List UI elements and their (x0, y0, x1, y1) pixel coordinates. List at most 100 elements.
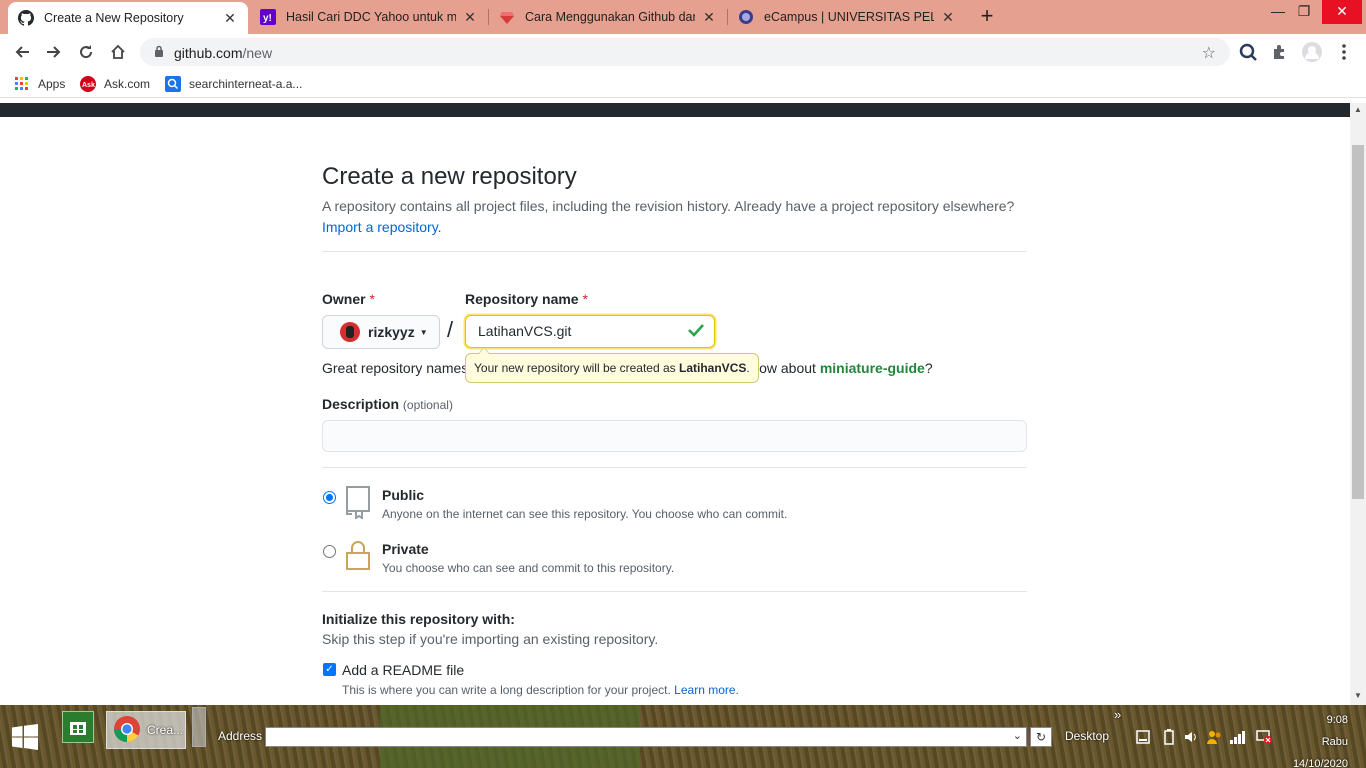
suggested-name[interactable]: miniature-guide (820, 360, 925, 376)
tab-title: eCampus | UNIVERSITAS PELITA B (764, 10, 934, 24)
signal-icon[interactable] (1230, 730, 1246, 747)
taskbar-chrome-button[interactable]: Crea... (106, 711, 186, 749)
scroll-down-icon[interactable]: ▼ (1354, 691, 1362, 700)
owner-name: rizkyyz (368, 324, 415, 340)
private-title: Private (382, 541, 429, 557)
repository-name-hint: Great repository names (322, 360, 469, 376)
divider (322, 251, 1027, 252)
tab-github-guide[interactable]: Cara Menggunakan Github dan M ✕ (489, 0, 727, 34)
forward-icon[interactable] (42, 40, 66, 64)
public-radio[interactable] (323, 491, 336, 504)
bookmark-star-icon[interactable]: ☆ (1202, 43, 1216, 63)
tab-title: Cara Menggunakan Github dan M (525, 10, 695, 24)
readme-label: Add a README file (342, 662, 465, 678)
public-description: Anyone on the internet can see this repo… (382, 507, 788, 521)
store-icon[interactable] (62, 711, 94, 743)
import-repository-link[interactable]: Import a repository. (322, 219, 442, 235)
system-clock[interactable]: 9:08 Rabu 14/10/2020 (1290, 709, 1348, 768)
readme-description: This is where you can write a long descr… (342, 683, 739, 697)
search-icon (165, 76, 181, 92)
address-toolbar-label: Address (218, 729, 263, 743)
initialize-subtitle: Skip this step if you're importing an ex… (322, 631, 659, 647)
repo-icon (344, 485, 372, 522)
chevron-down-icon[interactable]: ⌄ (1013, 729, 1022, 742)
taskbar-scroll-buttons[interactable] (192, 707, 206, 747)
page-title: Create a new repository (322, 163, 577, 190)
bookmark-searchinterneat[interactable]: searchinterneat-a.a... (165, 76, 302, 92)
back-icon[interactable] (10, 40, 34, 64)
profile-avatar-icon[interactable] (1302, 42, 1322, 62)
learn-more-link[interactable]: Learn more. (674, 683, 739, 697)
new-tab-button[interactable]: + (976, 5, 998, 27)
address-bar[interactable]: github.com/new ☆ (140, 38, 1230, 66)
page-subtitle: A repository contains all project files,… (322, 198, 1015, 235)
repository-name-tooltip: Your new repository will be created as L… (465, 347, 759, 383)
browser-tab-strip: Create a New Repository ✕ y! Hasil Cari … (0, 0, 1366, 34)
scrollbar-thumb[interactable] (1352, 145, 1364, 499)
tab-close-icon[interactable]: ✕ (222, 10, 238, 27)
people-icon[interactable] (1206, 729, 1222, 748)
show-desktop-icon[interactable] (1136, 730, 1150, 747)
svg-text:y!: y! (263, 13, 272, 24)
chrome-icon (113, 715, 141, 746)
desktop-toolbar-label[interactable]: Desktop (1065, 729, 1109, 743)
caret-down-icon: ▼ (419, 327, 428, 337)
campus-icon (738, 9, 754, 25)
initialize-title: Initialize this repository with: (322, 611, 515, 627)
owner-dropdown[interactable]: rizkyyz ▼ (322, 315, 440, 349)
private-description: You choose who can see and commit to thi… (382, 561, 675, 575)
github-icon (18, 10, 34, 26)
tray-overflow-icon[interactable]: » (1114, 707, 1121, 722)
clock-time: 9:08 (1326, 714, 1348, 726)
window-close-icon[interactable]: ✕ (1322, 0, 1362, 24)
tab-create-repository[interactable]: Create a New Repository ✕ (8, 2, 248, 34)
tab-yahoo[interactable]: y! Hasil Cari DDC Yahoo untuk men ✕ (250, 0, 488, 34)
divider (322, 591, 1027, 592)
bookmarks-bar: Apps Ask Ask.com searchinterneat-a.a... (0, 70, 1366, 98)
tab-close-icon[interactable]: ✕ (701, 9, 717, 26)
repository-name-label: Repository name * (465, 291, 588, 307)
kebab-menu-icon[interactable] (1334, 42, 1354, 62)
bookmark-label: searchinterneat-a.a... (189, 77, 303, 91)
yahoo-icon: y! (260, 9, 276, 25)
extensions-puzzle-icon[interactable] (1270, 42, 1290, 62)
address-go-icon[interactable]: ↻ (1030, 727, 1052, 747)
taskbar-chrome-label: Crea... (147, 723, 184, 737)
address-toolbar-input[interactable]: ⌄ (265, 727, 1027, 747)
windows-taskbar: Crea... Address ⌄ ↻ Desktop » 9:08 Rabu … (0, 705, 1366, 768)
lock-icon (154, 45, 164, 61)
scroll-up-icon[interactable]: ▲ (1354, 105, 1362, 114)
repository-name-input[interactable]: LatihanVCS.git (465, 315, 715, 348)
volume-icon[interactable] (1184, 730, 1198, 747)
tab-close-icon[interactable]: ✕ (940, 9, 956, 26)
browser-toolbar: github.com/new ☆ (0, 34, 1366, 70)
windows-start-icon[interactable] (0, 705, 50, 768)
tab-ecampus[interactable]: eCampus | UNIVERSITAS PELITA B ✕ (728, 0, 966, 34)
svg-text:Ask: Ask (82, 82, 95, 89)
restore-icon[interactable]: ❐ (1286, 0, 1322, 24)
lock-icon (344, 539, 372, 576)
bookmark-label: Ask.com (104, 77, 151, 91)
github-header (0, 103, 1350, 117)
battery-icon[interactable] (1164, 729, 1174, 748)
divider (322, 467, 1027, 468)
home-icon[interactable] (106, 40, 130, 64)
reload-icon[interactable] (74, 40, 98, 64)
bookmark-apps[interactable]: Apps (14, 76, 65, 92)
description-input[interactable] (322, 420, 1027, 452)
owner-repo-separator: / (447, 317, 454, 342)
tab-title: Create a New Repository (44, 11, 184, 25)
page-scrollbar[interactable]: ▲ ▼ (1350, 103, 1366, 705)
private-radio[interactable] (323, 545, 336, 558)
public-title: Public (382, 487, 425, 503)
network-error-icon[interactable] (1256, 730, 1272, 747)
lens-extension-icon[interactable] (1238, 42, 1258, 62)
owner-label: Owner * (322, 291, 375, 307)
bookmark-ask[interactable]: Ask Ask.com (80, 76, 150, 92)
tab-close-icon[interactable]: ✕ (462, 9, 478, 26)
repository-name-suggestion: How about miniature-guide? (749, 360, 933, 376)
ruby-icon (499, 9, 515, 25)
apps-grid-icon (14, 76, 30, 92)
tab-title: Hasil Cari DDC Yahoo untuk men (286, 10, 456, 24)
readme-checkbox[interactable]: ✓ (323, 663, 336, 676)
